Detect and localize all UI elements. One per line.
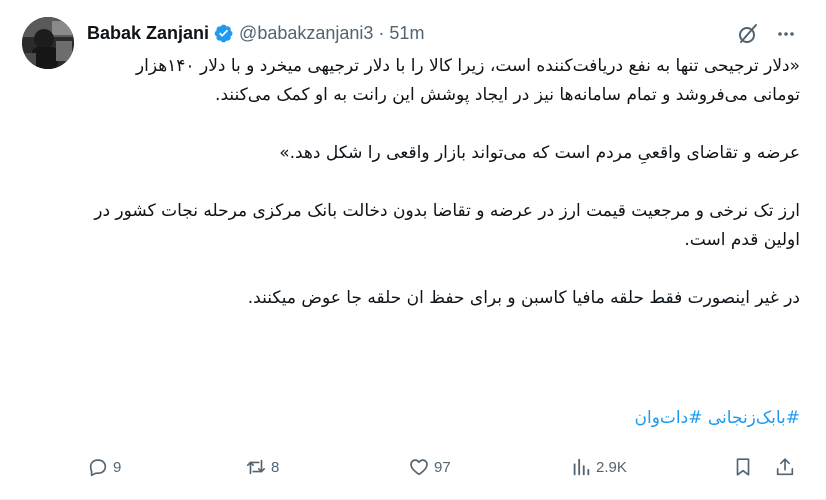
hashtag-link[interactable]: #دات‌وان	[635, 408, 703, 428]
reply-icon	[87, 456, 109, 478]
views-icon	[570, 456, 592, 478]
tweet-card[interactable]: Babak Zanjani @babakzanjani3 · 51m «دلار…	[0, 0, 826, 500]
repost-icon	[245, 456, 267, 478]
tweet-paragraph: عرضه و تقاضای واقعیِ مردم است که می‌توان…	[279, 143, 800, 163]
action-bar: 9 8 97 2.9K	[0, 452, 826, 482]
tweet-header: Babak Zanjani @babakzanjani3 · 51m	[87, 21, 424, 45]
share-icon	[774, 456, 796, 478]
views-button[interactable]: 2.9K	[570, 452, 627, 482]
tweet-paragraph: «دلار ترجیحی تنها به نفع دریافت‌کننده اس…	[135, 56, 800, 105]
reply-count: 9	[113, 458, 122, 476]
verified-badge-icon	[213, 23, 234, 44]
tweet-paragraph: ارز تک نرخی و مرجعیت قیمت ارز در عرضه و …	[94, 201, 800, 250]
like-button[interactable]: 97	[408, 452, 451, 482]
tweet-timestamp[interactable]: 51m	[389, 23, 424, 44]
tweet-paragraph: در غیر اینصورت فقط حلقه مافیا کاسبن و بر…	[247, 288, 800, 308]
more-icon[interactable]	[772, 22, 800, 46]
avatar-image	[22, 17, 74, 69]
author-handle[interactable]: @babakzanjani3	[239, 23, 373, 44]
like-count: 97	[434, 458, 451, 476]
header-separator: ·	[378, 22, 385, 43]
repost-button[interactable]: 8	[245, 452, 279, 482]
reply-button[interactable]: 9	[87, 452, 121, 482]
grok-icon[interactable]	[736, 22, 760, 46]
avatar[interactable]	[22, 17, 74, 69]
tweet-text: «دلار ترجیحی تنها به نفع دریافت‌کننده اس…	[88, 52, 800, 313]
like-icon	[408, 456, 430, 478]
share-button[interactable]	[774, 452, 796, 482]
bookmark-icon	[732, 456, 754, 478]
tweet-hashtags: #بابک‌زنجانی #دات‌وان	[560, 404, 800, 433]
author-name[interactable]: Babak Zanjani	[87, 23, 209, 44]
views-count: 2.9K	[596, 458, 627, 476]
hashtag-link[interactable]: #بابک‌زنجانی	[708, 408, 800, 428]
bookmark-button[interactable]	[732, 452, 754, 482]
repost-count: 8	[271, 458, 280, 476]
